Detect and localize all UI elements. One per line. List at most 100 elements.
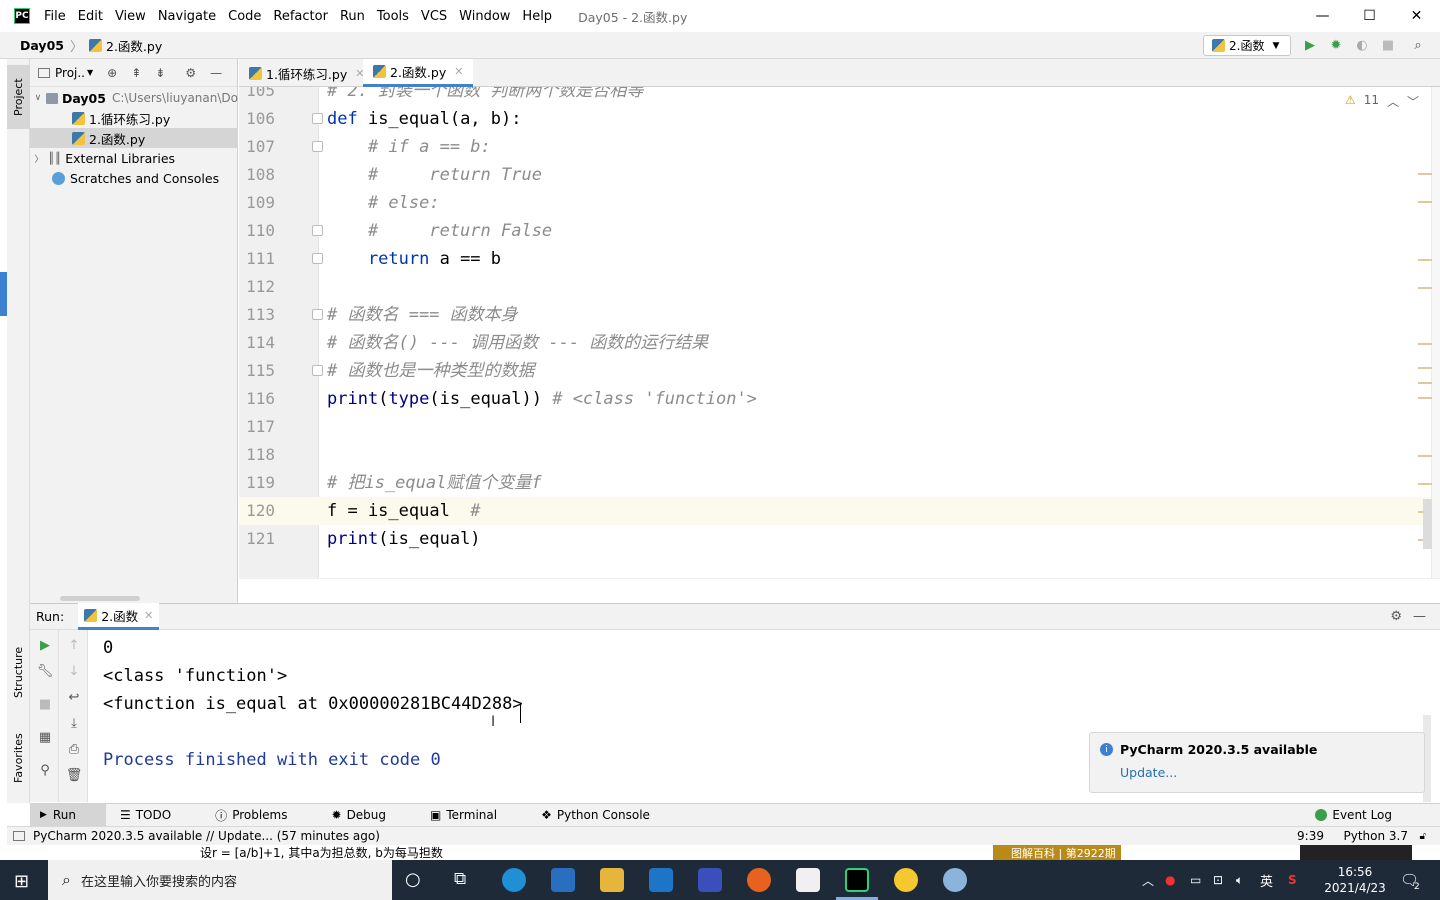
- close-icon[interactable]: ✕: [144, 609, 153, 622]
- tool-tab-todo[interactable]: ☰ TODO: [120, 808, 193, 822]
- edge-icon[interactable]: [502, 868, 526, 892]
- arrow-up-icon[interactable]: ↑: [66, 637, 82, 653]
- pycharm-taskbar-icon[interactable]: [845, 868, 869, 892]
- coverage-icon[interactable]: ◐: [1354, 37, 1370, 53]
- code-line[interactable]: 109 # else:: [239, 189, 1431, 217]
- project-view-select[interactable]: Proj..: [55, 66, 85, 80]
- arrow-down-icon[interactable]: ↓: [66, 663, 82, 679]
- interpreter[interactable]: Python 3.7: [1344, 829, 1409, 843]
- task-view-icon[interactable]: ⧉: [454, 869, 466, 889]
- windows-start-icon[interactable]: ⊞: [14, 871, 29, 892]
- cortana-icon[interactable]: ○: [405, 869, 421, 890]
- record-icon[interactable]: ●: [1165, 860, 1175, 900]
- code-line[interactable]: 118: [239, 441, 1431, 469]
- menu-view[interactable]: View: [109, 9, 152, 24]
- breadcrumb-project[interactable]: Day05: [20, 38, 64, 53]
- run-icon[interactable]: ▶: [1302, 37, 1318, 53]
- fold-marker-icon[interactable]: [312, 309, 323, 320]
- code-line[interactable]: 105 # 2. 封装一个函数 判断两个数是否相等: [239, 87, 1431, 105]
- layout-icon[interactable]: ▦: [37, 729, 53, 745]
- menu-file[interactable]: File: [38, 9, 72, 24]
- tool-tab-python-console[interactable]: ❖ Python Console: [541, 808, 672, 822]
- ime-indicator[interactable]: 英: [1260, 860, 1273, 900]
- caret-position[interactable]: 9:39: [1297, 829, 1324, 843]
- debug-icon[interactable]: ✹: [1328, 37, 1344, 53]
- menu-refactor[interactable]: Refactor: [267, 9, 334, 24]
- lock-icon[interactable]: 🔓︎: [1420, 831, 1426, 842]
- tree-item-external-libraries[interactable]: 〉 ║║ External Libraries: [30, 148, 238, 168]
- code-line[interactable]: 120 f = is_equal #: [239, 497, 1431, 525]
- code-line[interactable]: 106 def is_equal(a, b):: [239, 105, 1431, 133]
- trash-icon[interactable]: 🗑︎: [66, 767, 83, 783]
- tab-file-2[interactable]: 2.函数.py ✕: [363, 59, 474, 87]
- tool-tab-debug[interactable]: ✹ Debug: [332, 808, 409, 822]
- tree-item-file-1[interactable]: 1.循环练习.py: [30, 108, 238, 128]
- locate-icon[interactable]: ⊕: [107, 66, 117, 80]
- expand-all-icon[interactable]: ⇞: [131, 66, 141, 80]
- toggle-tool-windows-icon[interactable]: [13, 831, 25, 841]
- clock[interactable]: 16:56 2021/4/23: [1318, 860, 1392, 900]
- next-highlight-icon[interactable]: ﹀: [1407, 93, 1419, 110]
- tool-tab-problems[interactable]: ⓘ Problems: [215, 807, 309, 824]
- typora-icon[interactable]: [796, 868, 820, 892]
- code-line[interactable]: 114 # 函数名() --- 调用函数 --- 函数的运行结果: [239, 329, 1431, 357]
- taskbar-search[interactable]: ⌕ 在这里输入你要搜索的内容: [48, 860, 392, 900]
- menu-navigate[interactable]: Navigate: [152, 9, 222, 24]
- run-tab[interactable]: 2.函数 ✕: [78, 603, 160, 630]
- tab-file-1[interactable]: 1.循环练习.py ✕: [239, 59, 374, 87]
- fold-marker-icon[interactable]: [312, 113, 323, 124]
- volume-icon[interactable]: 🔈︎: [1236, 860, 1243, 900]
- gear-icon[interactable]: ⚙: [185, 66, 196, 80]
- hide-icon[interactable]: —: [1413, 609, 1426, 624]
- network-icon[interactable]: ⊡: [1213, 860, 1223, 900]
- chevron-down-icon[interactable]: ∨: [30, 93, 46, 103]
- structure-tool-tab[interactable]: Structure: [7, 637, 30, 707]
- tree-item-file-2[interactable]: 2.函数.py: [30, 128, 238, 148]
- menu-tools[interactable]: Tools: [371, 9, 415, 24]
- close-button[interactable]: ✕: [1393, 0, 1440, 32]
- rerun-icon[interactable]: ▶: [37, 637, 53, 653]
- notification-center-icon[interactable]: 🗨︎: [1400, 860, 1419, 900]
- tool-tab-run[interactable]: ▶ Run: [30, 803, 106, 827]
- stop-icon[interactable]: ■: [1380, 37, 1396, 53]
- run-configuration-select[interactable]: 2.函数 ▼: [1203, 35, 1291, 56]
- sogou-icon[interactable]: S: [1288, 860, 1297, 900]
- code-line[interactable]: 108 # return True: [239, 161, 1431, 189]
- code-line[interactable]: 121 print(is_equal): [239, 525, 1431, 553]
- hide-icon[interactable]: —: [210, 66, 222, 80]
- pin-icon[interactable]: ⚲: [37, 762, 53, 778]
- chevron-right-icon[interactable]: 〉: [30, 152, 48, 165]
- update-link[interactable]: Update...: [1120, 765, 1177, 780]
- store-icon[interactable]: [551, 868, 575, 892]
- file-explorer-icon[interactable]: [600, 868, 624, 892]
- search-icon[interactable]: ⌕: [1410, 37, 1426, 53]
- fold-marker-icon[interactable]: [312, 365, 323, 376]
- fold-marker-icon[interactable]: [312, 253, 323, 264]
- previous-highlight-icon[interactable]: ︿: [1387, 93, 1399, 110]
- browser-app-icon[interactable]: [943, 868, 967, 892]
- menu-code[interactable]: Code: [222, 9, 267, 24]
- tree-item-day05[interactable]: ∨ Day05 C:\Users\liuyanan\Do: [30, 88, 238, 108]
- battery-icon[interactable]: ▭: [1190, 860, 1201, 900]
- event-log-tab[interactable]: Event Log: [1315, 808, 1414, 822]
- code-line[interactable]: 119 # 把is_equal赋值个变量f: [239, 469, 1431, 497]
- tree-item-scratches[interactable]: Scratches and Consoles: [30, 168, 238, 188]
- scroll-to-end-icon[interactable]: ⤓: [66, 715, 82, 731]
- fold-marker-icon[interactable]: [312, 141, 323, 152]
- menu-run[interactable]: Run: [334, 9, 371, 24]
- code-line[interactable]: 112: [239, 273, 1431, 301]
- print-icon[interactable]: ⎙: [66, 741, 82, 757]
- code-editor[interactable]: 105 # 2. 封装一个函数 判断两个数是否相等 106 def is_equal(…: [239, 87, 1431, 578]
- code-line[interactable]: 117: [239, 413, 1431, 441]
- fold-marker-icon[interactable]: [312, 225, 323, 236]
- code-line[interactable]: 110 # return False: [239, 217, 1431, 245]
- inspection-widget[interactable]: ⚠ 11 ︿ ﹀: [1345, 93, 1419, 110]
- tray-chevron-up-icon[interactable]: ︿: [1142, 860, 1154, 900]
- breadcrumb-file[interactable]: 2.函数.py: [106, 36, 162, 55]
- powerpoint-like-icon[interactable]: [698, 868, 722, 892]
- close-icon[interactable]: ✕: [454, 65, 463, 78]
- soft-wrap-icon[interactable]: ↩: [66, 689, 82, 705]
- collapse-all-icon[interactable]: ⇟: [155, 66, 165, 80]
- wrench-icon[interactable]: 🔧︎: [37, 663, 54, 679]
- stop-icon[interactable]: ■: [37, 696, 53, 712]
